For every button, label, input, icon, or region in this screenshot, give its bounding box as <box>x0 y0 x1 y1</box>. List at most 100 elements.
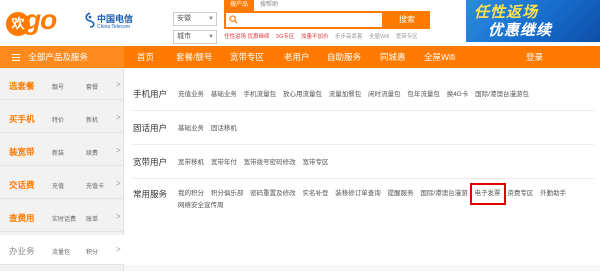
panel-row-heading: 宽带用户 <box>133 157 168 167</box>
divider <box>132 144 594 145</box>
tab-search-products[interactable]: 搜产品 <box>224 0 255 11</box>
sidebar-sublink[interactable]: 充值 <box>52 181 64 190</box>
panel-row-links: 我的积分 积分俱乐部 密码重置及修改 实名补登 装移修订单查询 提醒服务 国际/… <box>178 183 594 212</box>
province-select[interactable]: 安徽 ▼ <box>173 12 217 26</box>
service-link[interactable]: 密码重置及修改 <box>250 188 296 200</box>
sidebar-sublink[interactable]: 积分 <box>86 247 98 256</box>
chevron-right-icon: > <box>116 179 121 188</box>
city-select[interactable]: 城市 ▼ <box>173 30 217 44</box>
sidebar-item-label: 装宽带 <box>9 147 35 157</box>
huango-logo[interactable]: 欢 go <box>6 4 66 40</box>
service-link[interactable]: 换4G卡 <box>447 89 469 101</box>
search-icon <box>229 15 238 24</box>
sidebar-item-phones[interactable]: 买手机 特价 新机 > <box>0 103 124 133</box>
service-link[interactable]: 基础业务 <box>178 123 204 135</box>
sidebar-sublink[interactable]: 套餐 <box>86 82 98 91</box>
divider <box>132 110 594 111</box>
divider <box>132 178 594 179</box>
sidebar-sublink[interactable]: 新装 <box>52 148 64 157</box>
service-link[interactable]: 包年流量包 <box>407 89 440 101</box>
service-link[interactable]: 宽带拨号密码修改 <box>244 157 296 169</box>
service-link[interactable]: 积分俱乐部 <box>211 188 244 200</box>
sidebar-sublink[interactable]: 实时话费 <box>52 214 76 223</box>
service-link[interactable]: 实名补登 <box>302 188 328 200</box>
sidebar-item-label: 办业务 <box>9 246 35 256</box>
hot-link[interactable]: 宽带专区 <box>396 34 418 40</box>
panel-row-heading: 常用服务 <box>133 189 168 199</box>
sidebar-item-check-fees[interactable]: 查费用 实时话费 账单 > <box>0 202 124 232</box>
all-products-menu[interactable]: 全部产品及服务 <box>0 46 124 68</box>
sidebar-sublink[interactable]: 特价 <box>52 115 64 124</box>
nav-item-home-wifi[interactable]: 全屋Wifi <box>424 46 455 68</box>
service-link[interactable]: 资费专区 <box>507 188 533 200</box>
service-link[interactable]: 放心用流量包 <box>283 89 322 101</box>
service-link[interactable]: 流量加餐包 <box>329 89 362 101</box>
sidebar-item-services[interactable]: 办业务 流量包 积分 > <box>0 235 124 265</box>
service-link[interactable]: 闲时流量包 <box>368 89 401 101</box>
search-button[interactable]: 搜索 <box>384 11 430 29</box>
sidebar-sublink[interactable]: 新机 <box>86 115 98 124</box>
sidebar-sublink[interactable]: 靓号 <box>52 82 64 91</box>
service-link[interactable]: 网络安全宣传周 <box>178 200 224 212</box>
service-link[interactable]: 装移修订单查询 <box>335 188 381 200</box>
tab-search-help[interactable]: 搜帮助 <box>254 0 284 11</box>
logo-word: go <box>24 4 57 35</box>
chevron-down-icon: ▼ <box>208 16 214 22</box>
service-link[interactable]: 提醒服务 <box>388 188 414 200</box>
province-value: 安徽 <box>177 15 191 22</box>
nav-item-home[interactable]: 首页 <box>137 46 154 68</box>
sidebar-sublink[interactable]: 流量包 <box>52 247 70 256</box>
nav-item-login[interactable]: 登录 <box>526 46 543 68</box>
service-link[interactable]: 宽带专区 <box>302 157 328 169</box>
telecom-name-en: China Telecom <box>97 24 130 30</box>
promo-banner[interactable]: 任性返场 优惠继续 <box>466 0 600 42</box>
category-sidebar: 选套餐 靓号 套餐 > 买手机 特价 新机 > 装宽带 新装 续费 > 交话费 … <box>0 68 124 271</box>
service-link[interactable]: 我的积分 <box>178 188 204 200</box>
hot-link[interactable]: 步步高靠着 <box>335 34 363 40</box>
sidebar-item-broadband[interactable]: 装宽带 新装 续费 > <box>0 136 124 166</box>
sidebar-item-plans[interactable]: 选套餐 靓号 套餐 > <box>0 70 124 100</box>
sidebar-sublink[interactable]: 续费 <box>86 148 98 157</box>
service-link[interactable]: 充值业务 <box>178 89 204 101</box>
panel-row-heading: 固话用户 <box>133 123 168 133</box>
nav-item-local-deals[interactable]: 同城惠 <box>380 46 406 68</box>
sidebar-item-pay-bill[interactable]: 交话费 充值 充值卡 > <box>0 169 124 199</box>
china-telecom-logo[interactable]: 中国电信 China Telecom <box>84 10 144 36</box>
service-link[interactable]: 基础业务 <box>211 89 237 101</box>
chevron-down-icon: ▼ <box>208 34 214 40</box>
sidebar-sublink[interactable]: 账单 <box>86 214 98 223</box>
service-link[interactable]: 国际/港澳台漫游包 <box>475 89 529 101</box>
sidebar-item-label: 买手机 <box>9 114 35 124</box>
banner-line2: 优惠继续 <box>488 22 553 39</box>
search-tabs: 搜产品 搜帮助 <box>224 0 284 11</box>
sidebar-item-label: 选套餐 <box>9 81 35 91</box>
hot-link[interactable]: 5G专区 <box>276 34 294 40</box>
service-link[interactable]: 手机流量包 <box>244 89 277 101</box>
service-link[interactable]: 外勤助手 <box>540 188 566 200</box>
sidebar-sublink[interactable]: 充值卡 <box>86 181 104 190</box>
menu-icon <box>12 52 20 63</box>
service-link[interactable]: 宽带移机 <box>178 157 204 169</box>
service-link[interactable]: 固话移机 <box>211 123 237 135</box>
hot-search-links: 任性返场 优惠继续 5G专区 加量不加价 步步高靠着 全屋Wifi 宽带专区 <box>224 32 423 40</box>
all-products-label: 全部产品及服务 <box>28 52 88 62</box>
nav-item-plans[interactable]: 套餐/靓号 <box>176 46 212 68</box>
search-input[interactable] <box>224 11 384 29</box>
header: 欢 go 中国电信 China Telecom 安徽 ▼ 城市 ▼ 搜产品 搜帮… <box>0 0 600 46</box>
panel-bottom-strip <box>124 265 600 271</box>
hot-link[interactable]: 加量不加价 <box>301 34 329 40</box>
panel-row-links: 基础业务 固话移机 <box>178 123 594 135</box>
service-link[interactable]: 国际/港澳台漫游 <box>420 188 467 200</box>
hot-link[interactable]: 全屋Wifi <box>369 34 389 40</box>
chevron-right-icon: > <box>116 245 121 254</box>
services-panel: 手机用户 充值业务 基础业务 手机流量包 放心用流量包 流量加餐包 闲时流量包 … <box>124 68 600 271</box>
city-value: 城市 <box>177 33 191 40</box>
chevron-right-icon: > <box>116 212 121 221</box>
nav-item-self-service[interactable]: 自助服务 <box>327 46 361 68</box>
panel-row-heading: 手机用户 <box>133 89 168 99</box>
service-link[interactable]: 宽带年付 <box>211 157 237 169</box>
hot-link[interactable]: 任性返场 优惠继续 <box>224 34 270 40</box>
nav-item-existing-users[interactable]: 老用户 <box>284 46 310 68</box>
nav-item-broadband[interactable]: 宽带专区 <box>230 46 264 68</box>
e-invoice-link[interactable]: 电子发票 <box>469 183 506 205</box>
